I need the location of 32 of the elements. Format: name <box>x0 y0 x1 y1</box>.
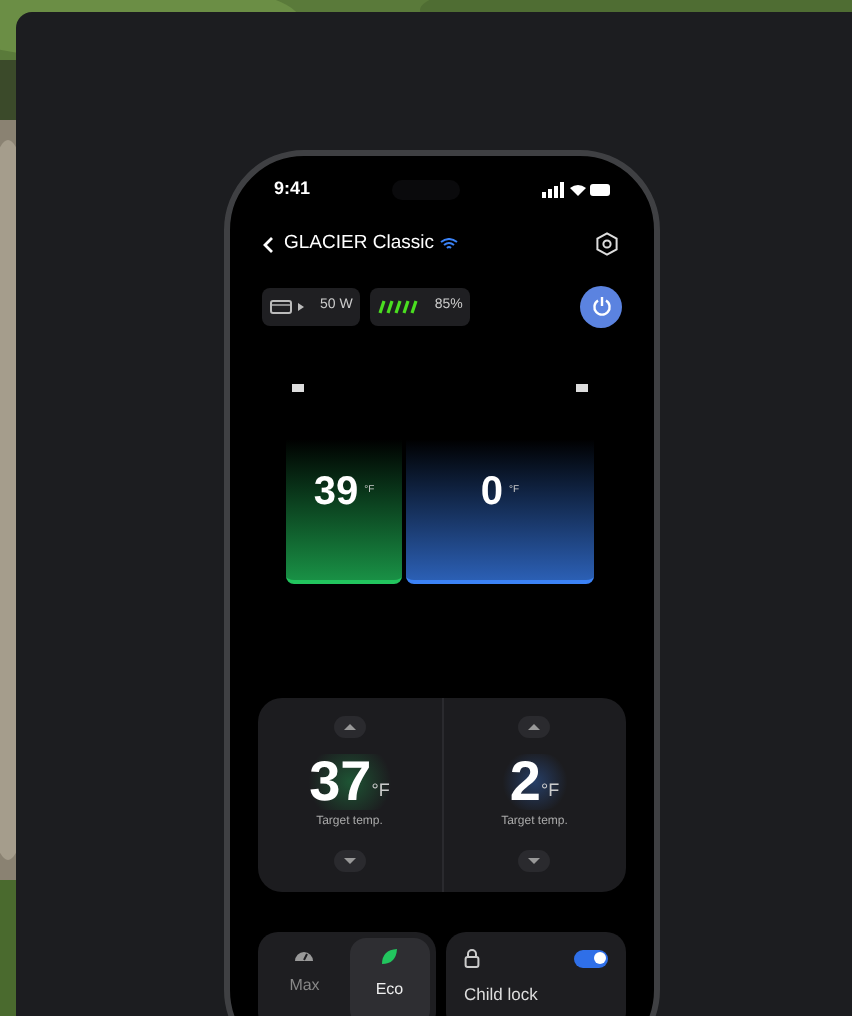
compartment-icon <box>576 384 588 392</box>
leaf-icon <box>380 948 399 966</box>
battery-level-icon <box>378 299 419 313</box>
wifi-icon <box>439 238 458 250</box>
back-icon[interactable] <box>262 235 274 253</box>
compartment-temperature: 0 <box>480 468 504 518</box>
increase-button[interactable] <box>333 716 366 738</box>
up-arrow-icon <box>343 724 356 730</box>
status-icons <box>541 182 610 198</box>
lock-icon <box>464 948 480 968</box>
unit-label: °F <box>540 777 560 803</box>
power-icon <box>591 296 611 316</box>
child-lock-label: Child lock <box>464 982 540 1008</box>
mode-button[interactable]: Max <box>264 938 345 1016</box>
status-time: 9:41 <box>274 176 311 203</box>
child-lock-toggle[interactable] <box>574 949 608 967</box>
mode-button[interactable]: Eco <box>349 938 430 1016</box>
target-temperature: 2 <box>509 754 541 810</box>
unit-label: °F <box>371 777 390 803</box>
compartment-icon <box>292 384 304 392</box>
increase-button[interactable] <box>518 716 551 738</box>
settings-icon[interactable] <box>596 232 618 256</box>
decrease-button[interactable] <box>333 850 366 872</box>
compartment-temperature: 39 <box>313 468 359 518</box>
decrease-button[interactable] <box>518 850 551 872</box>
device-title: GLACIER Classic <box>284 229 434 258</box>
up-arrow-icon <box>528 724 541 730</box>
target-temperature: 37 <box>309 754 372 810</box>
down-arrow-icon <box>528 858 541 864</box>
power-button[interactable] <box>580 285 622 327</box>
gauge-icon <box>294 948 315 962</box>
down-arrow-icon <box>343 858 356 864</box>
